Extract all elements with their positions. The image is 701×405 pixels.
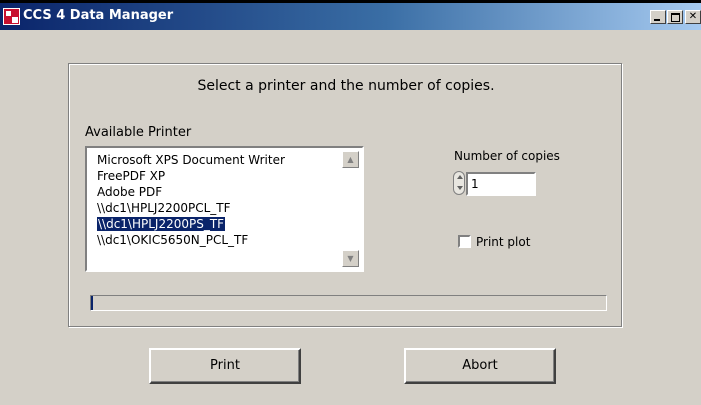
printer-name: \\dc1\OKIC5650N_PCL_TF (97, 233, 249, 247)
print-plot-checkbox[interactable] (458, 235, 471, 248)
title-bar[interactable]: CCS 4 Data Manager ✕ (0, 3, 701, 30)
dialog-client-area: Select a printer and the number of copie… (0, 30, 701, 405)
minimize-icon[interactable] (650, 10, 666, 24)
progress-fill (91, 296, 94, 310)
scroll-up-icon[interactable]: ▲ (342, 151, 359, 168)
printer-group: Select a printer and the number of copie… (68, 63, 622, 327)
printer-list-item[interactable]: \\dc1\OKIC5650N_PCL_TF (97, 232, 340, 248)
ccs-app-icon (3, 8, 20, 25)
printer-list-item[interactable]: \\dc1\HPLJ2200PS_TF (95, 216, 340, 232)
print-plot-label[interactable]: Print plot (476, 235, 530, 249)
printer-name: FreePDF XP (97, 169, 166, 183)
printer-list-item[interactable]: FreePDF XP (97, 168, 340, 184)
copies-label: Number of copies (454, 149, 560, 163)
printer-name: Adobe PDF (97, 185, 163, 199)
abort-button[interactable]: Abort (404, 348, 556, 384)
printer-list: Microsoft XPS Document Writer FreePDF XP A… (95, 152, 340, 248)
copies-input[interactable]: 1 (466, 172, 536, 196)
printer-name: \\dc1\HPLJ2200PS_TF (95, 216, 227, 232)
close-icon[interactable]: ✕ (685, 10, 701, 24)
available-printer-label: Available Printer (85, 125, 192, 140)
printer-list-item[interactable]: Microsoft XPS Document Writer (97, 152, 340, 168)
copies-spinner-icon[interactable] (453, 171, 465, 195)
printer-name: Microsoft XPS Document Writer (97, 153, 285, 167)
instruction-text: Select a printer and the number of copie… (197, 78, 495, 94)
printer-listbox[interactable]: Microsoft XPS Document Writer FreePDF XP A… (85, 146, 364, 272)
print-button[interactable]: Print (149, 348, 301, 384)
printer-list-item[interactable]: Adobe PDF (97, 184, 340, 200)
maximize-icon[interactable] (667, 10, 683, 24)
scroll-down-icon[interactable]: ▼ (342, 250, 359, 267)
window-title: CCS 4 Data Manager (23, 8, 174, 23)
progress-bar (90, 295, 607, 311)
printer-list-item[interactable]: \\dc1\HPLJ2200PCL_TF (97, 200, 340, 216)
printer-name: \\dc1\HPLJ2200PCL_TF (97, 201, 231, 215)
printer-list-scrollbar[interactable]: ▲ ▼ (342, 151, 359, 267)
